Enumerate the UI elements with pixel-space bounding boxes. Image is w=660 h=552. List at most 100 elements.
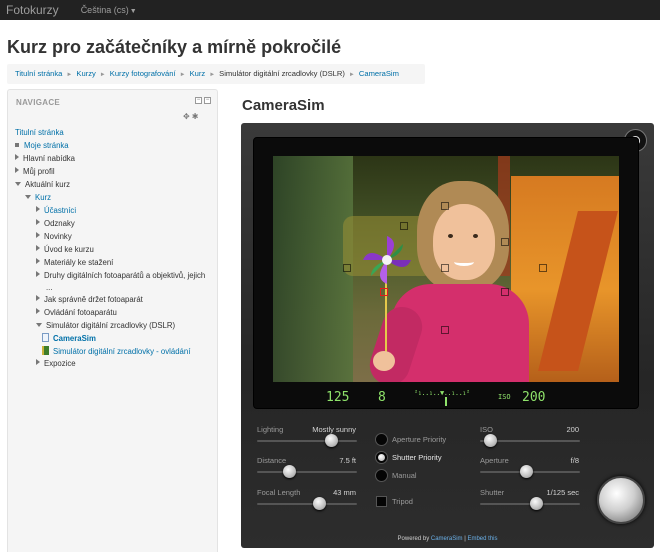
lighting-value: Mostly sunny [312, 425, 356, 434]
nav-item-intro[interactable]: Úvod ke kurzu [36, 245, 94, 255]
focal-length-slider-knob[interactable] [313, 497, 326, 510]
collapse-tree-icon [15, 182, 21, 186]
site-brand[interactable]: Fotokurzy [6, 3, 59, 17]
nav-item-dslr-sim[interactable]: Simulátor digitální zrcadlovky (DSLR) [36, 321, 175, 331]
distance-slider[interactable] [257, 471, 357, 473]
expand-icon [36, 359, 40, 365]
focal-length-slider[interactable] [257, 503, 357, 505]
block-actions[interactable]: ✥✱ [183, 112, 200, 121]
lighting-slider[interactable] [257, 440, 357, 442]
pinwheel-icon [363, 236, 411, 284]
separator-icon: ► [179, 72, 186, 78]
exposure-meter: ²₁..₁..▼..₁..₁² [414, 389, 482, 409]
nav-item-course[interactable]: Kurz [25, 193, 51, 203]
shutter-label: Shutter [480, 488, 505, 497]
iso-readout: 200 [522, 390, 546, 405]
expand-icon [36, 271, 40, 277]
nav-item-camera-types-more: ... [46, 283, 53, 292]
nav-item-camera-types[interactable]: Druhy digitálních fotoaparátů a objektiv… [36, 271, 205, 281]
nav-item-camera-controls[interactable]: Ovládání fotoaparátu [36, 308, 117, 318]
expand-icon [36, 258, 40, 264]
nav-item-my-profile[interactable]: Můj profil [15, 167, 55, 177]
page-icon [42, 333, 49, 342]
shutter-value: 1/125 sec [546, 488, 579, 497]
manual-label[interactable]: Manual [392, 471, 417, 480]
bullet-icon [15, 143, 19, 147]
nav-item-my-page[interactable]: Moje stránka [15, 141, 69, 151]
shutter-priority-radio[interactable] [375, 451, 388, 464]
breadcrumb-courses[interactable]: Kurzy [76, 69, 95, 78]
expand-icon [15, 167, 19, 173]
separator-icon: ► [348, 72, 355, 78]
breadcrumb-photo-courses[interactable]: Kurzy fotografování [110, 69, 176, 78]
viewfinder: 125 8 ISO 200 ²₁..₁..▼..₁..₁² [253, 137, 639, 409]
navigation-block: NAVIGACE − − ✥✱ Titulní stránka Moje str… [7, 89, 218, 552]
iso-readout-label: ISO [498, 393, 511, 401]
nav-item-exposure[interactable]: Expozice [36, 359, 76, 369]
nav-item-downloads[interactable]: Materiály ke stažení [36, 258, 113, 268]
distance-value: 7.5 ft [339, 456, 356, 465]
shutter-priority-label[interactable]: Shutter Priority [392, 453, 442, 462]
expand-icon [36, 245, 40, 251]
nav-item-camerasim[interactable]: CameraSim [42, 333, 96, 344]
shutter-readout: 125 [326, 390, 350, 405]
nav-item-news[interactable]: Novinky [36, 232, 72, 242]
breadcrumb: Titulní stránka ► Kurzy ► Kurzy fotografován… [7, 64, 425, 84]
nav-item-dslr-controls[interactable]: Simulátor digitální zrcadlovky - ovládán… [42, 346, 190, 357]
camerasim-footer: Powered by CameraSim | Embed this [397, 536, 498, 542]
nav-item-home[interactable]: Titulní stránka [15, 128, 64, 138]
camera-simulator: ⊕ [241, 123, 654, 548]
chevron-down-icon: ▼ [129, 8, 137, 15]
separator-icon: ► [66, 72, 73, 78]
collapse-tree-icon [25, 195, 31, 199]
aperture-priority-radio[interactable] [375, 433, 388, 446]
lighting-label: Lighting [257, 425, 284, 434]
breadcrumb-camerasim[interactable]: CameraSim [359, 69, 399, 78]
manual-radio[interactable] [375, 469, 388, 482]
nav-item-participants[interactable]: Účastníci [36, 206, 76, 216]
language-menu[interactable]: Čeština (cs)▼ [81, 5, 137, 15]
nav-item-current-course[interactable]: Aktuální kurz [15, 180, 70, 190]
aperture-slider-knob[interactable] [520, 465, 533, 478]
distance-label: Distance [257, 456, 287, 465]
expand-icon [36, 308, 40, 314]
expand-icon [36, 232, 40, 238]
aperture-value: f/8 [570, 456, 579, 465]
lighting-slider-knob[interactable] [325, 434, 338, 447]
expand-icon [36, 219, 40, 225]
tripod-checkbox[interactable] [376, 496, 387, 507]
separator-icon: ► [209, 72, 216, 78]
top-navbar: Fotokurzy Čeština (cs)▼ [0, 0, 660, 20]
aperture-label: Aperture [480, 456, 509, 465]
expand-icon [36, 206, 40, 212]
camerasim-link[interactable]: CameraSim [431, 536, 463, 542]
embed-link[interactable]: Embed this [467, 536, 497, 542]
focal-length-label: Focal Length [257, 488, 301, 497]
tripod-label[interactable]: Tripod [392, 497, 413, 506]
breadcrumb-home[interactable]: Titulní stránka [15, 69, 62, 78]
iso-label: ISO [480, 425, 493, 434]
nav-item-hold-camera[interactable]: Jak správně držet fotoaparát [36, 295, 143, 305]
shutter-release-button[interactable] [597, 476, 645, 524]
nav-item-badges[interactable]: Odznaky [36, 219, 75, 229]
shutter-slider-knob[interactable] [530, 497, 543, 510]
collapse-tree-icon [36, 323, 42, 327]
gear-icon[interactable]: ✱ [192, 112, 201, 121]
viewfinder-photo [273, 156, 619, 382]
aperture-readout: 8 [378, 390, 386, 405]
language-label: Čeština (cs) [80, 5, 129, 15]
collapse-icon[interactable]: − [204, 97, 211, 104]
iso-value: 200 [566, 425, 579, 434]
focal-length-value: 43 mm [333, 488, 356, 497]
iso-slider-knob[interactable] [484, 434, 497, 447]
navigation-title: NAVIGACE [16, 98, 61, 107]
expand-icon [15, 154, 19, 160]
dock-icon[interactable]: − [195, 97, 202, 104]
move-icon[interactable]: ✥ [183, 112, 192, 121]
breadcrumb-course[interactable]: Kurz [190, 69, 206, 78]
aperture-priority-label[interactable]: Aperture Priority [392, 435, 446, 444]
expand-icon [36, 295, 40, 301]
nav-item-main-menu[interactable]: Hlavní nabídka [15, 154, 75, 164]
page-title: Kurz pro začátečníky a mírně pokročilé [7, 37, 342, 57]
distance-slider-knob[interactable] [283, 465, 296, 478]
